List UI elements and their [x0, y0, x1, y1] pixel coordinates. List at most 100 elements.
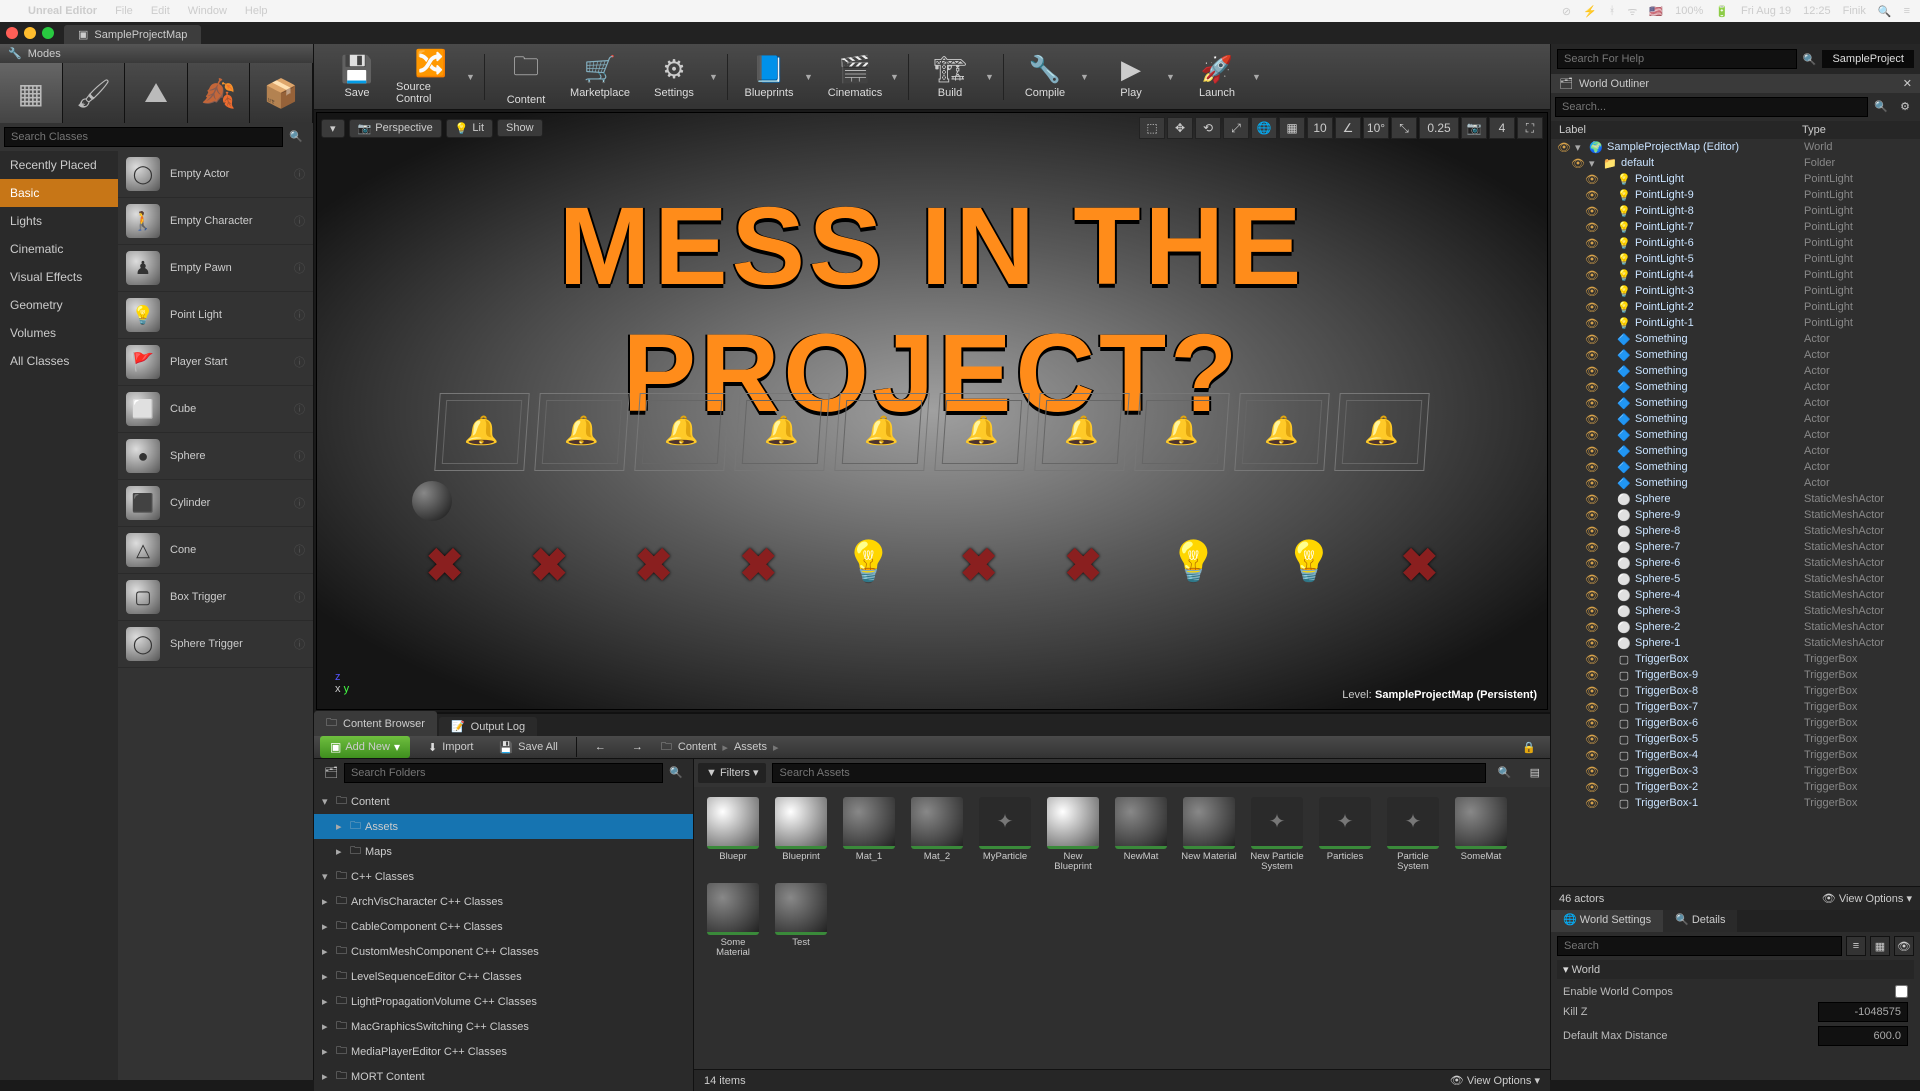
launch-button[interactable]: 🚀Launch [1182, 47, 1252, 107]
outliner-row[interactable]: 👁▢TriggerBox-9TriggerBox [1551, 667, 1920, 683]
outliner-row[interactable]: 👁🔷SomethingActor [1551, 475, 1920, 491]
app-name[interactable]: Unreal Editor [28, 5, 97, 17]
world-settings-tab[interactable]: 🌐 World Settings [1551, 910, 1663, 932]
details-eye-button[interactable]: 👁 [1894, 936, 1914, 956]
visibility-toggle[interactable]: 👁 [1585, 365, 1599, 378]
outliner-row[interactable]: 👁⚪Sphere-3StaticMeshActor [1551, 603, 1920, 619]
tree-node-levelsequenceeditor-c-classes[interactable]: ▸🗀 LevelSequenceEditor C++ Classes [314, 964, 693, 989]
visibility-toggle[interactable]: 👁 [1585, 797, 1599, 810]
history-back-button[interactable]: ← [587, 737, 614, 757]
content-browser-tab[interactable]: 🗀Content Browser [314, 711, 437, 736]
visibility-toggle[interactable]: 👁 [1585, 541, 1599, 554]
visibility-toggle[interactable]: 👁 [1557, 141, 1571, 154]
folder-search-input[interactable] [344, 763, 663, 783]
outliner-row[interactable]: 👁🔷SomethingActor [1551, 395, 1920, 411]
visibility-toggle[interactable]: 👁 [1585, 509, 1599, 522]
asset-mat-2[interactable]: Mat_2 [908, 797, 966, 873]
tree-node-archvischaracter-c-classes[interactable]: ▸🗀 ArchVisCharacter C++ Classes [314, 889, 693, 914]
search-icon[interactable]: 🔍 [1878, 5, 1892, 18]
tree-node-assets[interactable]: ▸🗀 Assets [314, 814, 693, 839]
actor-cylinder[interactable]: ⬛Cylinderⓘ [118, 480, 313, 527]
viewport-canvas[interactable]: MESS IN THE PROJECT? 🔔🔔🔔🔔🔔🔔🔔🔔🔔🔔 ✖✖✖✖💡✖✖💡… [317, 113, 1547, 709]
user[interactable]: Finik [1843, 5, 1866, 17]
breadcrumb[interactable]: 🗀 Content▸ Assets▸ [661, 738, 779, 757]
tree-node-custommeshcomponent-c-classes[interactable]: ▸🗀 CustomMeshComponent C++ Classes [314, 939, 693, 964]
actor-sphere[interactable]: ●Sphereⓘ [118, 433, 313, 480]
outliner-row[interactable]: 👁💡PointLight-8PointLight [1551, 203, 1920, 219]
actor-cone[interactable]: △Coneⓘ [118, 527, 313, 574]
tree-node-lightpropagationvolume-c-classes[interactable]: ▸🗀 LightPropagationVolume C++ Classes [314, 989, 693, 1014]
wifi-icon[interactable]: ᯤ [1627, 4, 1637, 19]
search-icon[interactable]: 🔍 [283, 127, 309, 147]
section-world[interactable]: ▾ World [1557, 960, 1914, 979]
actor-empty-character[interactable]: 🚶Empty Characterⓘ [118, 198, 313, 245]
source control-dropdown[interactable]: ▼ [466, 72, 478, 82]
place-mode-tab[interactable]: ▦ [0, 63, 63, 123]
visibility-toggle[interactable]: 👁 [1585, 189, 1599, 202]
outliner-row[interactable]: 👁🔷SomethingActor [1551, 411, 1920, 427]
property-checkbox[interactable] [1895, 985, 1908, 998]
property-input[interactable] [1818, 1026, 1908, 1046]
landscape-mode-tab[interactable]: ⛰ [125, 63, 188, 123]
lock-button[interactable]: 🔒 [1514, 737, 1544, 758]
outliner-row[interactable]: 👁🔷SomethingActor [1551, 459, 1920, 475]
details-search-input[interactable] [1557, 936, 1842, 956]
info-icon[interactable]: ⓘ [294, 636, 305, 652]
visibility-toggle[interactable]: 👁 [1585, 557, 1599, 570]
outliner-row[interactable]: 👁⚪Sphere-7StaticMeshActor [1551, 539, 1920, 555]
build-button[interactable]: 🏗Build [915, 47, 985, 107]
asset-mat-1[interactable]: Mat_1 [840, 797, 898, 873]
actor-point-light[interactable]: 💡Point Lightⓘ [118, 292, 313, 339]
outliner-row[interactable]: 👁▢TriggerBox-4TriggerBox [1551, 747, 1920, 763]
save-all-button[interactable]: 💾 Save All [491, 737, 565, 758]
cinematics-button[interactable]: 🎬Cinematics [820, 47, 890, 107]
visibility-toggle[interactable]: 👁 [1585, 253, 1599, 266]
info-icon[interactable]: ⓘ [294, 589, 305, 605]
outliner-row[interactable]: 👁⚪Sphere-4StaticMeshActor [1551, 587, 1920, 603]
build-dropdown[interactable]: ▼ [985, 72, 997, 82]
world-outliner-tab[interactable]: 🗂 World Outliner ✕ [1551, 74, 1920, 93]
tree-node-macgraphicsswitching-c-classes[interactable]: ▸🗀 MacGraphicsSwitching C++ Classes [314, 1014, 693, 1039]
modes-header[interactable]: 🔧 Modes [0, 44, 313, 63]
output-log-tab[interactable]: 📝Output Log [439, 717, 537, 736]
outliner-row[interactable]: 👁💡PointLightPointLight [1551, 171, 1920, 187]
outliner-row[interactable]: 👁⚪Sphere-1StaticMeshActor [1551, 635, 1920, 651]
asset-bluepr[interactable]: Bluepr [704, 797, 762, 873]
outliner-row[interactable]: 👁▢TriggerBox-1TriggerBox [1551, 795, 1920, 811]
search-icon[interactable]: 🔍 [1803, 53, 1817, 66]
minimize-window-button[interactable] [24, 27, 36, 39]
visibility-toggle[interactable]: 👁 [1585, 333, 1599, 346]
category-geometry[interactable]: Geometry [0, 291, 118, 319]
search-icon[interactable]: 🔍 [1868, 97, 1894, 117]
visibility-toggle[interactable]: 👁 [1585, 493, 1599, 506]
visibility-toggle[interactable]: 👁 [1585, 381, 1599, 394]
outliner-row[interactable]: 👁💡PointLight-4PointLight [1551, 267, 1920, 283]
outliner-row[interactable]: 👁▾📁defaultFolder [1551, 155, 1920, 171]
outliner-row[interactable]: 👁🔷SomethingActor [1551, 427, 1920, 443]
coord-toggle-button[interactable]: 🌐 [1251, 117, 1277, 139]
blueprints-button[interactable]: 📘Blueprints [734, 47, 804, 107]
blueprints-dropdown[interactable]: ▼ [804, 72, 816, 82]
visibility-toggle[interactable]: 👁 [1585, 653, 1599, 666]
source-control-button[interactable]: 🔀Source Control [396, 47, 466, 107]
menu-edit[interactable]: Edit [151, 5, 170, 17]
transform-scale-button[interactable]: ⤢ [1223, 117, 1249, 139]
camera-speed-value[interactable]: 4 [1489, 117, 1515, 139]
asset-particles[interactable]: ✦Particles [1316, 797, 1374, 873]
visibility-toggle[interactable]: 👁 [1585, 669, 1599, 682]
visibility-toggle[interactable]: 👁 [1585, 269, 1599, 282]
info-icon[interactable]: ⓘ [294, 260, 305, 276]
info-icon[interactable]: ⓘ [294, 401, 305, 417]
visibility-toggle[interactable]: 👁 [1585, 701, 1599, 714]
outliner-row[interactable]: 👁💡PointLight-1PointLight [1551, 315, 1920, 331]
tree-node-maps[interactable]: ▸🗀 Maps [314, 839, 693, 864]
actor-empty-actor[interactable]: ◯Empty Actorⓘ [118, 151, 313, 198]
asset-somemat[interactable]: SomeMat [1452, 797, 1510, 873]
outliner-row[interactable]: 👁🔷SomethingActor [1551, 331, 1920, 347]
info-icon[interactable]: ⓘ [294, 307, 305, 323]
menu-window[interactable]: Window [188, 5, 227, 17]
actor-cube[interactable]: ⬜Cubeⓘ [118, 386, 313, 433]
outliner-row[interactable]: 👁▢TriggerBox-5TriggerBox [1551, 731, 1920, 747]
visibility-toggle[interactable]: 👁 [1585, 477, 1599, 490]
geometry-mode-tab[interactable]: 📦 [250, 63, 313, 123]
